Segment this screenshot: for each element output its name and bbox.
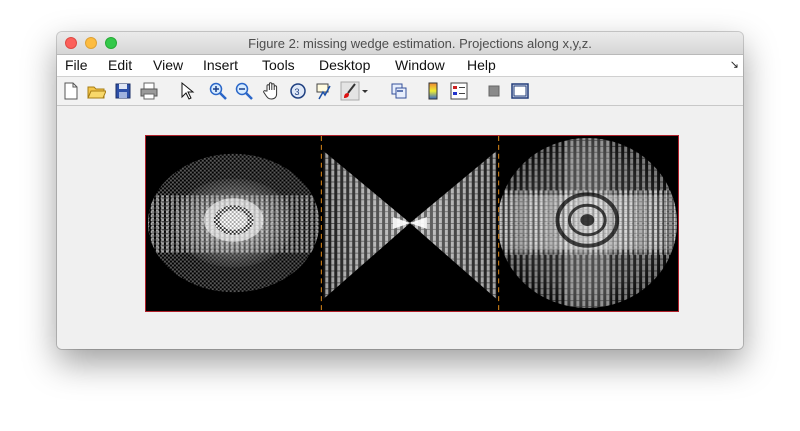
rotate-3d-icon[interactable]: 3	[288, 81, 308, 101]
pan-hand-icon[interactable]	[262, 81, 282, 101]
link-plot-icon[interactable]	[389, 81, 409, 101]
pointer-icon[interactable]	[176, 81, 196, 101]
menu-bar: File Edit View Insert Tools Desktop Wind…	[57, 55, 743, 77]
brush-dropdown-icon[interactable]	[361, 81, 369, 101]
data-cursor-icon[interactable]	[314, 81, 334, 101]
menu-edit[interactable]: Edit	[108, 57, 132, 73]
window-title: Figure 2: missing wedge estimation. Proj…	[248, 36, 592, 51]
projection-image[interactable]	[145, 135, 679, 312]
title-bar[interactable]: Figure 2: missing wedge estimation. Proj…	[57, 32, 743, 55]
print-icon[interactable]	[139, 81, 159, 101]
zoom-out-icon[interactable]	[234, 81, 254, 101]
menu-window[interactable]: Window	[395, 57, 445, 73]
dock-arrow-icon[interactable]: ↘	[730, 58, 739, 71]
open-file-icon[interactable]	[86, 81, 106, 101]
new-figure-icon[interactable]	[61, 81, 81, 101]
menu-desktop[interactable]: Desktop	[319, 57, 370, 73]
menu-file[interactable]: File	[65, 57, 88, 73]
show-plot-tools-icon[interactable]	[510, 81, 530, 101]
figure-toolbar: 3	[57, 77, 743, 106]
zoom-in-icon[interactable]	[208, 81, 228, 101]
figure-canvas[interactable]	[57, 106, 743, 349]
save-icon[interactable]	[113, 81, 133, 101]
colorbar-icon[interactable]	[423, 81, 443, 101]
hide-plot-tools-icon[interactable]	[484, 81, 504, 101]
menu-view[interactable]: View	[153, 57, 183, 73]
legend-icon[interactable]	[449, 81, 469, 101]
menu-tools[interactable]: Tools	[262, 57, 295, 73]
menu-help[interactable]: Help	[467, 57, 496, 73]
menu-insert[interactable]: Insert	[203, 57, 238, 73]
svg-text:3: 3	[295, 87, 300, 97]
figure-window: Figure 2: missing wedge estimation. Proj…	[57, 32, 743, 349]
brush-icon[interactable]	[340, 81, 360, 101]
